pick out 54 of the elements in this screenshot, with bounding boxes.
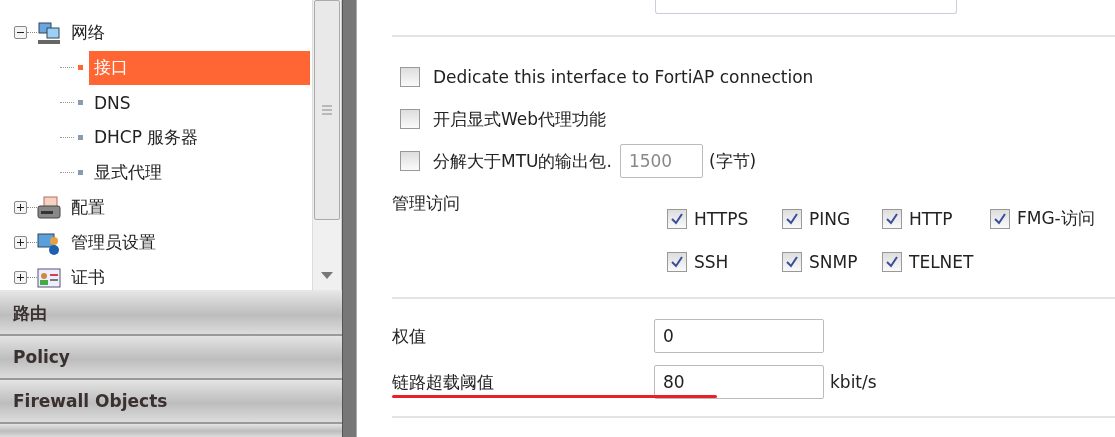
tree-item[interactable]: 网络 xyxy=(71,21,105,44)
unit-label: kbit/s xyxy=(830,372,877,392)
certificate-icon xyxy=(37,265,61,290)
collapse-icon[interactable] xyxy=(14,26,27,39)
input-field[interactable] xyxy=(655,0,957,14)
scrollbar[interactable] xyxy=(312,0,342,290)
section-header[interactable]: 路由 xyxy=(0,292,342,336)
option-label: FMG-访问 xyxy=(1017,207,1095,230)
option-label: SNMP xyxy=(809,251,858,272)
input-field[interactable]: 0 xyxy=(654,319,824,353)
bullet-icon xyxy=(78,65,83,70)
option-label: TELNET xyxy=(909,251,974,272)
scrollbar-thumb[interactable] xyxy=(314,0,340,220)
option-label: PING xyxy=(809,208,851,229)
checkbox[interactable] xyxy=(667,251,687,272)
tree-item[interactable]: 配置 xyxy=(71,196,105,219)
bullet-icon xyxy=(78,100,83,105)
admin-user-icon xyxy=(37,230,61,255)
tree-item[interactable]: 证书 xyxy=(71,266,105,289)
tree-item[interactable]: DNS xyxy=(89,85,310,120)
checkbox[interactable] xyxy=(400,109,420,129)
checkbox[interactable] xyxy=(400,151,420,171)
checkbox[interactable] xyxy=(782,208,802,229)
section-header[interactable]: Policy xyxy=(0,336,342,380)
expand-icon[interactable] xyxy=(14,201,27,214)
grip-icon xyxy=(322,104,332,116)
bullet-icon xyxy=(78,170,83,175)
option-label: HTTP xyxy=(909,208,953,229)
option-label: HTTPS xyxy=(694,208,749,229)
scroll-down-icon[interactable] xyxy=(321,272,333,279)
option-label: 分解大于MTU的输出包. xyxy=(433,149,612,173)
splitter[interactable] xyxy=(342,0,357,437)
option-label: 开启显式Web代理功能 xyxy=(433,107,607,131)
checkbox[interactable] xyxy=(400,67,420,87)
tree-item[interactable]: DHCP 服务器 xyxy=(89,120,310,155)
field-label: 链路超载阈值 xyxy=(392,371,494,392)
checkbox[interactable] xyxy=(667,208,687,229)
checkbox[interactable] xyxy=(882,208,902,229)
checkbox[interactable] xyxy=(782,251,802,272)
field-label: 管理访问 xyxy=(392,193,460,213)
checkbox[interactable] xyxy=(990,208,1010,229)
option-label: Dedicate this interface to FortiAP connection xyxy=(433,67,814,87)
option-label: SSH xyxy=(694,251,729,272)
network-computer-icon xyxy=(37,20,61,45)
field-label: 权值 xyxy=(392,325,426,346)
expand-icon[interactable] xyxy=(14,271,27,284)
checkbox[interactable] xyxy=(882,251,902,272)
tree-item[interactable]: 管理员设置 xyxy=(71,231,156,254)
bullet-icon xyxy=(78,135,83,140)
expand-icon[interactable] xyxy=(14,236,27,249)
section-header[interactable]: Firewall Objects xyxy=(0,380,342,424)
tree-item[interactable]: 显式代理 xyxy=(89,155,310,190)
unit-label: (字节) xyxy=(708,149,757,173)
input-field[interactable]: 80 xyxy=(654,365,824,399)
